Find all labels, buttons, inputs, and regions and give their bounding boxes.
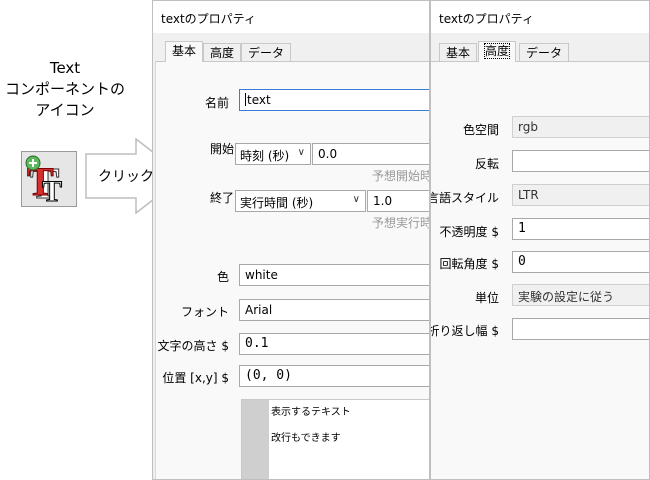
start-type-select[interactable]: 時刻 (秒) ∨ (235, 143, 311, 165)
flip-input[interactable] (512, 150, 649, 172)
letter-height-input[interactable]: 0.1 (239, 333, 429, 355)
icon-caption: Text コンポーネントの アイコン (0, 58, 130, 121)
caption-line: コンポーネントの (4, 80, 125, 98)
language-style-select[interactable]: LTR (512, 184, 649, 206)
orientation-label: 回転角度 $ (439, 257, 499, 271)
title-bar: textのプロパティ (431, 1, 649, 33)
colorspace-label: 色空間 (462, 123, 499, 137)
font-input[interactable]: Arial (239, 299, 429, 321)
text-line: 表示するテキスト (271, 407, 351, 418)
tab-advanced[interactable]: 高度 (478, 41, 517, 62)
window-title: textのプロパティ (439, 12, 534, 26)
start-label: 開始 (209, 142, 234, 156)
units-select[interactable]: 実験の設定に従う (512, 284, 649, 306)
color-label: 色 (216, 270, 229, 284)
letter-height-label: 文字の高さ $ (157, 339, 229, 353)
text-input[interactable]: 表示するテキスト 改行もできます (241, 399, 429, 479)
chevron-down-icon: ∨ (297, 147, 305, 158)
wrap-width-input[interactable] (512, 318, 649, 340)
click-label: クリック (98, 169, 154, 185)
tab-basic[interactable]: 基本 (165, 41, 204, 62)
properties-window-basic: textのプロパティ 基本 高度 データ 名前 text 開始 時刻 (秒) ∨ … (152, 0, 430, 480)
name-input[interactable]: text (239, 89, 429, 111)
chevron-down-icon: ∨ (352, 194, 360, 205)
end-value-input[interactable]: 1.0 (367, 190, 429, 212)
text-line: 改行もできます (271, 433, 341, 444)
flip-label: 反転 (474, 157, 499, 171)
end-label: 終了 (209, 191, 234, 205)
position-input[interactable]: (0, 0) (239, 365, 429, 387)
text-component-icon[interactable]: T T T (21, 151, 77, 209)
colorspace-select[interactable]: rgb (512, 116, 649, 138)
font-label: フォント (180, 305, 229, 319)
end-type-select[interactable]: 実行時間 (秒) ∨ (235, 190, 366, 212)
name-label: 名前 (204, 96, 229, 110)
caption-line: Text (49, 59, 81, 77)
start-value-input[interactable]: 0.0 (312, 143, 429, 165)
opacity-label: 不透明度 $ (439, 225, 499, 239)
tab-data[interactable]: データ (241, 43, 292, 61)
language-style-label: 言語スタイル (430, 191, 499, 205)
tab-pane-basic: 名前 text 開始 時刻 (秒) ∨ 0.0 予想開始時 終了 実行時間 (秒)… (155, 61, 429, 479)
tab-advanced[interactable]: 高度 (203, 43, 242, 61)
line-gutter (242, 400, 269, 479)
caption-line: アイコン (35, 101, 95, 119)
tab-strip: 基本 高度 データ (439, 41, 649, 62)
tab-strip: 基本 高度 データ (161, 41, 429, 62)
color-input[interactable]: white (239, 264, 429, 286)
window-title: textのプロパティ (161, 12, 256, 26)
units-label: 単位 (474, 291, 499, 305)
opacity-input[interactable]: 1 (512, 218, 649, 240)
tab-data[interactable]: データ (519, 43, 570, 61)
title-bar: textのプロパティ (153, 1, 429, 33)
end-hint: 予想実行時 (372, 216, 430, 230)
start-hint: 予想開始時 (372, 169, 430, 183)
wrap-width-label: 折り返し幅 $ (430, 324, 499, 338)
tab-basic[interactable]: 基本 (439, 43, 478, 61)
tab-pane-advanced: 色空間 rgb 反転 言語スタイル LTR 不透明度 $ 1 回転角度 $ 0 … (431, 61, 649, 479)
svg-text:T: T (42, 175, 62, 206)
properties-window-advanced: textのプロパティ 基本 高度 データ 色空間 rgb 反転 言語スタイル L… (430, 0, 650, 480)
position-label: 位置 [x,y] $ (162, 371, 229, 385)
orientation-input[interactable]: 0 (512, 251, 649, 273)
text-component-icon-glyph: T T T (25, 155, 63, 209)
